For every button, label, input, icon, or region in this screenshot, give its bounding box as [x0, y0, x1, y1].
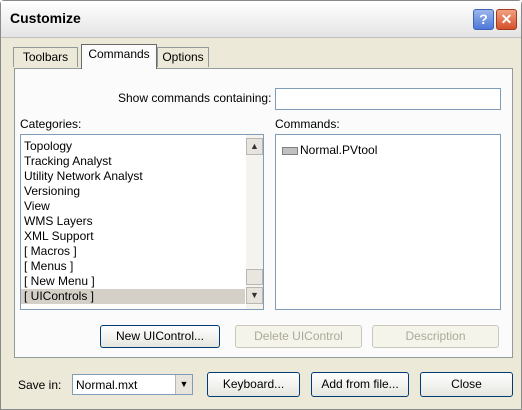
command-item[interactable]: Normal.PVtool — [282, 142, 377, 158]
scroll-thumb[interactable] — [246, 269, 263, 285]
command-icon — [282, 146, 298, 155]
scroll-up-icon[interactable]: ▲ — [246, 138, 263, 155]
new-uicontrol-button[interactable]: New UIControl... — [100, 325, 220, 348]
category-item[interactable]: Topology — [21, 139, 245, 154]
category-item[interactable]: [ Menus ] — [21, 259, 245, 274]
delete-uicontrol-button[interactable]: Delete UIControl — [235, 325, 362, 348]
description-button[interactable]: Description — [372, 325, 499, 348]
tab-options[interactable]: Options — [157, 47, 209, 67]
window-title: Customize — [10, 10, 81, 26]
scroll-down-icon[interactable]: ▼ — [246, 287, 263, 304]
category-item-selected[interactable]: [ UIControls ] — [21, 289, 245, 304]
category-item[interactable]: View — [21, 199, 245, 214]
commands-tab-panel: Show commands containing: Categories: To… — [14, 68, 513, 358]
close-button[interactable]: Close — [420, 372, 513, 397]
search-input[interactable] — [275, 88, 501, 110]
command-item-label: Normal.PVtool — [300, 143, 378, 157]
category-item[interactable]: XML Support — [21, 229, 245, 244]
keyboard-button[interactable]: Keyboard... — [207, 372, 300, 397]
category-item[interactable]: WMS Layers — [21, 214, 245, 229]
category-item[interactable]: Utility Network Analyst — [21, 169, 245, 184]
commands-label: Commands: — [275, 117, 340, 131]
save-in-select[interactable]: Normal.mxt ▼ — [72, 374, 193, 395]
title-bar[interactable]: Customize ? ✕ — [1, 1, 521, 38]
commands-list[interactable]: Normal.PVtool — [275, 134, 501, 310]
add-from-file-button[interactable]: Add from file... — [311, 372, 409, 397]
customize-dialog: Customize ? ✕ Toolbars Commands Options … — [0, 0, 522, 410]
close-icon[interactable]: ✕ — [496, 9, 517, 30]
help-icon[interactable]: ? — [473, 9, 494, 30]
categories-list[interactable]: Topology Tracking Analyst Utility Networ… — [20, 134, 264, 310]
save-in-label: Save in: — [18, 378, 62, 392]
search-label: Show commands containing: — [118, 91, 272, 105]
category-item[interactable]: [ Macros ] — [21, 244, 245, 259]
tab-commands[interactable]: Commands — [81, 44, 157, 69]
category-item[interactable]: [ New Menu ] — [21, 274, 245, 289]
tab-toolbars[interactable]: Toolbars — [13, 47, 78, 67]
save-in-value: Normal.mxt — [76, 378, 138, 392]
categories-label: Categories: — [20, 117, 82, 131]
chevron-down-icon[interactable]: ▼ — [175, 375, 192, 394]
category-item[interactable]: Versioning — [21, 184, 245, 199]
category-item[interactable]: Tracking Analyst — [21, 154, 245, 169]
categories-scrollbar[interactable]: ▲ ▼ — [246, 135, 263, 309]
